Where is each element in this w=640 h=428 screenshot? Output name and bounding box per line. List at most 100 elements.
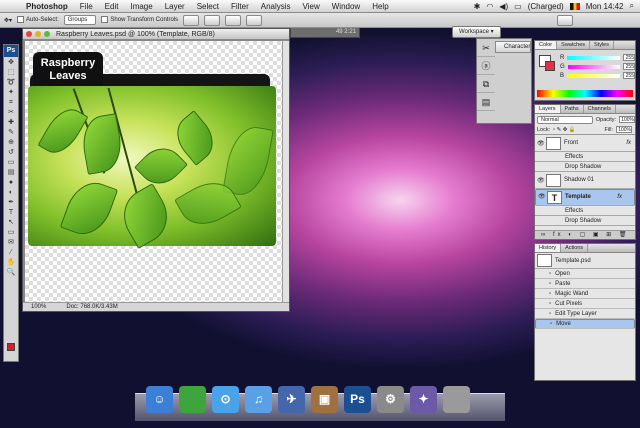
- layers-footer-buttons[interactable]: ∞ fx ◐ ▢ ▣ ⊞ 🗑: [535, 230, 635, 239]
- r-slider[interactable]: [567, 55, 620, 60]
- layer-effect-row[interactable]: Drop Shadow: [535, 162, 635, 172]
- align-button-2[interactable]: [204, 14, 221, 26]
- zoom-level[interactable]: 100%: [31, 303, 46, 311]
- dodge-tool-icon[interactable]: ◐: [5, 188, 17, 197]
- stamp-tool-icon[interactable]: ⊕: [5, 138, 17, 147]
- brushes-icon[interactable]: ⧉: [477, 75, 495, 93]
- tab-layers[interactable]: Layers: [535, 105, 561, 113]
- move-tool-icon[interactable]: ✥: [5, 58, 17, 67]
- minimize-icon[interactable]: [35, 31, 41, 37]
- path-select-tool-icon[interactable]: ↖: [5, 218, 17, 227]
- input-flag-icon[interactable]: [569, 2, 580, 10]
- clock[interactable]: Mon 14:42: [586, 2, 624, 11]
- preview-dock-icon[interactable]: ✈: [278, 386, 305, 413]
- wifi-icon[interactable]: ◠: [486, 2, 493, 11]
- menu-image[interactable]: Image: [124, 2, 158, 11]
- safari-dock-icon[interactable]: ⊙: [212, 386, 239, 413]
- visibility-eye-icon[interactable]: 👁: [538, 193, 546, 202]
- menu-view[interactable]: View: [297, 2, 326, 11]
- move-tool-icon[interactable]: ✥▾: [4, 17, 12, 24]
- fx-icon[interactable]: fx: [626, 140, 631, 146]
- history-item[interactable]: ▫ Magic Wand: [535, 289, 635, 299]
- layer-effect-row[interactable]: Effects: [535, 152, 635, 162]
- tab-styles[interactable]: Styles: [590, 41, 614, 49]
- history-item[interactable]: ▫ Move: [535, 319, 635, 329]
- bridge-icon[interactable]: [557, 14, 574, 26]
- document-title-bar[interactable]: Raspberry Leaves.psd @ 100% (Template, R…: [23, 29, 289, 40]
- history-item[interactable]: ▫ Open: [535, 269, 635, 279]
- paragraph-icon[interactable]: ⓐ: [477, 57, 495, 75]
- shape-tool-icon[interactable]: ▭: [5, 228, 17, 237]
- battery-status[interactable]: (Charged): [528, 2, 564, 11]
- marquee-tool-icon[interactable]: ⬚: [5, 68, 17, 77]
- app-menu[interactable]: Photoshop: [20, 2, 74, 11]
- bluetooth-icon[interactable]: ✱: [474, 2, 481, 11]
- g-slider[interactable]: [567, 64, 620, 69]
- volume-icon[interactable]: ◀): [499, 2, 508, 11]
- menu-file[interactable]: File: [74, 2, 99, 11]
- align-button-3[interactable]: [225, 14, 242, 26]
- tab-actions[interactable]: Actions: [561, 244, 589, 252]
- align-button-1[interactable]: [183, 14, 200, 26]
- eyedropper-tool-icon[interactable]: ⁄: [5, 248, 17, 257]
- type-tool-icon[interactable]: T: [5, 208, 17, 217]
- foreground-color-swatch[interactable]: [7, 343, 15, 351]
- wand-tool-icon[interactable]: ✦: [5, 88, 17, 97]
- imovie-dock-icon[interactable]: ✦: [410, 386, 437, 413]
- gradient-tool-icon[interactable]: ▤: [5, 168, 17, 177]
- zoom-icon[interactable]: [44, 31, 50, 37]
- g-value[interactable]: 255: [622, 63, 635, 70]
- visibility-eye-icon[interactable]: 👁: [537, 140, 545, 147]
- history-snapshot[interactable]: Template.psd: [535, 253, 635, 269]
- history-item[interactable]: ▫ Cut Pixels: [535, 299, 635, 309]
- bg-color-swatch[interactable]: [545, 61, 555, 71]
- transform-controls-checkbox[interactable]: Show Transform Controls: [101, 16, 178, 24]
- layer-effect-row[interactable]: Effects: [535, 206, 635, 216]
- photoshop-dock-icon[interactable]: Ps: [344, 386, 371, 413]
- lasso-tool-icon[interactable]: ➰: [5, 78, 17, 87]
- notes-tool-icon[interactable]: ✉: [5, 238, 17, 247]
- spotlight-icon[interactable]: ⌕: [630, 1, 634, 11]
- tab-swatches[interactable]: Swatches: [557, 41, 591, 49]
- zoom-tool-icon[interactable]: 🔍: [5, 268, 17, 277]
- menu-select[interactable]: Select: [191, 2, 225, 11]
- heal-tool-icon[interactable]: ✚: [5, 118, 17, 127]
- menu-analysis[interactable]: Analysis: [255, 2, 297, 11]
- fill-value[interactable]: 100%: [616, 126, 632, 133]
- iphoto-dock-icon[interactable]: ▣: [311, 386, 338, 413]
- b-value[interactable]: 255: [622, 72, 635, 79]
- blur-tool-icon[interactable]: ●: [5, 178, 17, 187]
- tab-paths[interactable]: Paths: [561, 105, 584, 113]
- close-icon[interactable]: [26, 31, 32, 37]
- b-slider[interactable]: [567, 73, 620, 78]
- history-item[interactable]: ▫ Edit Type Layer: [535, 309, 635, 319]
- opacity-value[interactable]: 100%: [619, 116, 635, 123]
- trash-dock-icon[interactable]: [443, 386, 470, 413]
- workspace-dropdown[interactable]: Workspace ▾: [452, 26, 501, 38]
- menu-window[interactable]: Window: [326, 2, 366, 11]
- history-item[interactable]: ▫ Paste: [535, 279, 635, 289]
- menu-filter[interactable]: Filter: [225, 2, 255, 11]
- finder-dock-icon[interactable]: ☺: [146, 386, 173, 413]
- layer-effect-row[interactable]: Drop Shadow: [535, 216, 635, 226]
- system-preferences-dock-icon[interactable]: ⚙: [377, 386, 404, 413]
- adium-dock-icon[interactable]: [179, 386, 206, 413]
- character-icon[interactable]: ✂: [477, 39, 495, 57]
- slice-tool-icon[interactable]: ✂: [5, 108, 17, 117]
- itunes-dock-icon[interactable]: ♫: [245, 386, 272, 413]
- character-tab[interactable]: Character: [495, 41, 531, 53]
- doc-size[interactable]: Doc: 768.0K/3.43M: [66, 303, 117, 311]
- vertical-scrollbar[interactable]: [282, 41, 289, 303]
- tab-color[interactable]: Color: [535, 41, 558, 49]
- layer-row[interactable]: 👁 Shadow 01: [535, 172, 635, 189]
- tab-channels[interactable]: Channels: [584, 105, 616, 113]
- history-brush-tool-icon[interactable]: ↺: [5, 148, 17, 157]
- hand-tool-icon[interactable]: ✋: [5, 258, 17, 267]
- layer-row[interactable]: 👁 T Template fx: [535, 189, 635, 206]
- auto-select-dropdown[interactable]: Groups: [63, 15, 97, 25]
- visibility-eye-icon[interactable]: 👁: [537, 177, 545, 184]
- menu-layer[interactable]: Layer: [159, 2, 191, 11]
- auto-select-checkbox[interactable]: Auto-Select:: [17, 16, 59, 24]
- r-value[interactable]: 255: [622, 54, 635, 61]
- crop-tool-icon[interactable]: ⌗: [5, 98, 17, 107]
